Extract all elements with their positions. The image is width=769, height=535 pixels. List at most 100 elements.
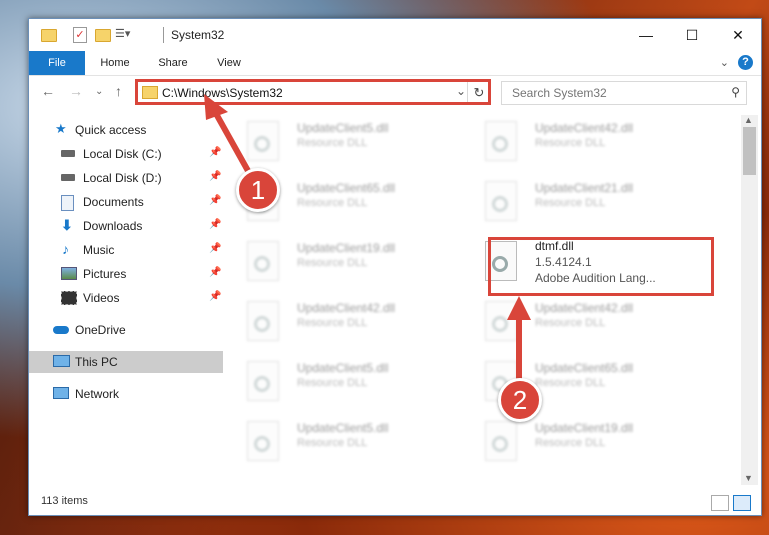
help-icon[interactable]: ? xyxy=(738,55,753,70)
callout-badge-2: 2 xyxy=(498,378,542,422)
dll-file-icon xyxy=(247,241,279,281)
dll-file-icon xyxy=(485,181,517,221)
nav-quick-access[interactable]: ★ Quick access xyxy=(29,119,223,141)
pin-icon: 📌 xyxy=(209,243,222,254)
large-icons-view-icon[interactable] xyxy=(733,495,751,511)
file-description: Resource DLL xyxy=(535,137,606,149)
minimize-button[interactable]: — xyxy=(623,19,669,51)
up-arrow-icon[interactable]: ↑ xyxy=(115,83,122,99)
file-name: UpdateClient19.dll xyxy=(535,421,634,435)
computer-icon xyxy=(53,355,70,367)
pin-icon: 📌 xyxy=(209,147,222,158)
nav-this-pc[interactable]: This PC xyxy=(29,351,223,373)
tab-view[interactable]: View xyxy=(207,51,251,75)
file-description: Resource DLL xyxy=(297,197,368,209)
cloud-icon xyxy=(53,326,69,334)
nav-item-local-disk-d[interactable]: Local Disk (D:) 📌 xyxy=(29,167,223,189)
documents-icon xyxy=(61,195,74,211)
address-highlight-box xyxy=(135,79,491,105)
expand-ribbon-icon[interactable]: ⌄ xyxy=(720,56,729,69)
nav-item-pictures[interactable]: Pictures 📌 xyxy=(29,263,223,285)
search-icon[interactable]: ⚲ xyxy=(731,85,740,99)
pin-icon: 📌 xyxy=(209,171,222,182)
nav-item-downloads[interactable]: ⬇ Downloads 📌 xyxy=(29,215,223,237)
file-item[interactable]: UpdateClient21.dll Resource DLL xyxy=(477,175,707,231)
maximize-button[interactable]: ☐ xyxy=(669,19,715,51)
dll-file-icon xyxy=(485,301,517,341)
close-button[interactable]: ✕ xyxy=(715,19,761,51)
folder-icon[interactable] xyxy=(39,26,57,44)
file-name: UpdateClient65.dll xyxy=(297,181,396,195)
item-count: 113 items xyxy=(41,495,88,507)
vertical-scrollbar[interactable]: ▲ ▼ xyxy=(741,115,758,485)
recent-locations-icon[interactable]: ⌄ xyxy=(95,86,103,97)
nav-label: Local Disk (C:) xyxy=(83,147,162,161)
file-item[interactable]: UpdateClient5.dll Resource DLL xyxy=(239,355,469,411)
search-box[interactable]: ⚲ xyxy=(501,81,747,105)
drive-icon xyxy=(61,174,75,181)
tab-share[interactable]: Share xyxy=(151,51,195,75)
file-name: UpdateClient19.dll xyxy=(297,241,396,255)
new-folder-icon[interactable] xyxy=(93,26,111,44)
nav-item-music[interactable]: ♪ Music 📌 xyxy=(29,239,223,261)
file-item[interactable]: UpdateClient5.dll Resource DLL xyxy=(239,415,469,471)
nav-label: Documents xyxy=(83,195,144,209)
network-icon xyxy=(53,387,69,399)
downloads-icon: ⬇ xyxy=(61,217,73,233)
dll-file-icon xyxy=(247,361,279,401)
nav-label: Pictures xyxy=(83,267,127,281)
nav-label: Downloads xyxy=(83,219,143,233)
scroll-down-icon[interactable]: ▼ xyxy=(744,473,753,483)
scroll-up-icon[interactable]: ▲ xyxy=(744,115,753,125)
pin-icon: 📌 xyxy=(209,291,222,302)
forward-arrow-icon[interactable]: → xyxy=(69,83,83,99)
file-item[interactable]: UpdateClient42.dll Resource DLL xyxy=(477,295,707,351)
pin-icon: 📌 xyxy=(209,195,222,206)
videos-icon xyxy=(61,291,77,305)
file-name: UpdateClient21.dll xyxy=(535,181,634,195)
file-item[interactable]: UpdateClient42.dll Resource DLL xyxy=(239,295,469,351)
scrollbar-thumb[interactable] xyxy=(743,127,756,175)
music-icon: ♪ xyxy=(62,241,69,257)
title-bar: ✓ ☰▾ System32 — ☐ ✕ xyxy=(29,19,761,51)
file-item[interactable]: UpdateClient42.dll Resource DLL xyxy=(477,115,707,171)
window-title: System32 xyxy=(171,28,225,42)
nav-label: Local Disk (D:) xyxy=(83,171,162,185)
nav-label: OneDrive xyxy=(75,323,126,337)
file-description: Resource DLL xyxy=(297,257,368,269)
dll-file-icon xyxy=(247,121,279,161)
nav-item-documents[interactable]: Documents 📌 xyxy=(29,191,223,213)
file-item[interactable]: UpdateClient19.dll Resource DLL xyxy=(477,415,707,471)
file-explorer-window: ✓ ☰▾ System32 — ☐ ✕ File Home Share View… xyxy=(28,18,762,516)
nav-label: Network xyxy=(75,387,120,401)
nav-label: Music xyxy=(83,243,115,257)
file-item[interactable]: UpdateClient19.dll Resource DLL xyxy=(239,235,469,291)
nav-onedrive[interactable]: OneDrive xyxy=(29,319,223,341)
nav-item-local-disk-c[interactable]: Local Disk (C:) 📌 xyxy=(29,143,223,165)
file-description: Resource DLL xyxy=(297,437,368,449)
properties-icon[interactable]: ✓ xyxy=(71,26,89,44)
dll-file-icon xyxy=(247,421,279,461)
tab-file[interactable]: File xyxy=(29,51,85,75)
title-separator xyxy=(163,27,164,43)
nav-network[interactable]: Network xyxy=(29,383,223,405)
pin-icon: 📌 xyxy=(209,219,222,230)
file-name: UpdateClient5.dll xyxy=(297,121,389,135)
back-arrow-icon[interactable]: ← xyxy=(41,83,55,99)
file-item[interactable]: UpdateClient5.dll Resource DLL xyxy=(239,115,469,171)
dll-file-icon xyxy=(485,121,517,161)
customize-quick-access-icon[interactable]: ☰▾ xyxy=(115,27,133,45)
file-name: UpdateClient5.dll xyxy=(297,361,389,375)
tab-home[interactable]: Home xyxy=(93,51,137,75)
file-description: Resource DLL xyxy=(535,317,606,329)
file-description: Resource DLL xyxy=(535,437,606,449)
callout-badge-1: 1 xyxy=(236,168,280,212)
search-input[interactable] xyxy=(510,85,714,101)
pin-icon: 📌 xyxy=(209,267,222,278)
dll-file-icon xyxy=(247,301,279,341)
file-description: Resource DLL xyxy=(535,197,606,209)
details-view-icon[interactable] xyxy=(711,495,729,511)
nav-item-videos[interactable]: Videos 📌 xyxy=(29,287,223,309)
ribbon-tabs: File Home Share View ⌄ ? xyxy=(29,51,761,76)
drive-icon xyxy=(61,150,75,157)
